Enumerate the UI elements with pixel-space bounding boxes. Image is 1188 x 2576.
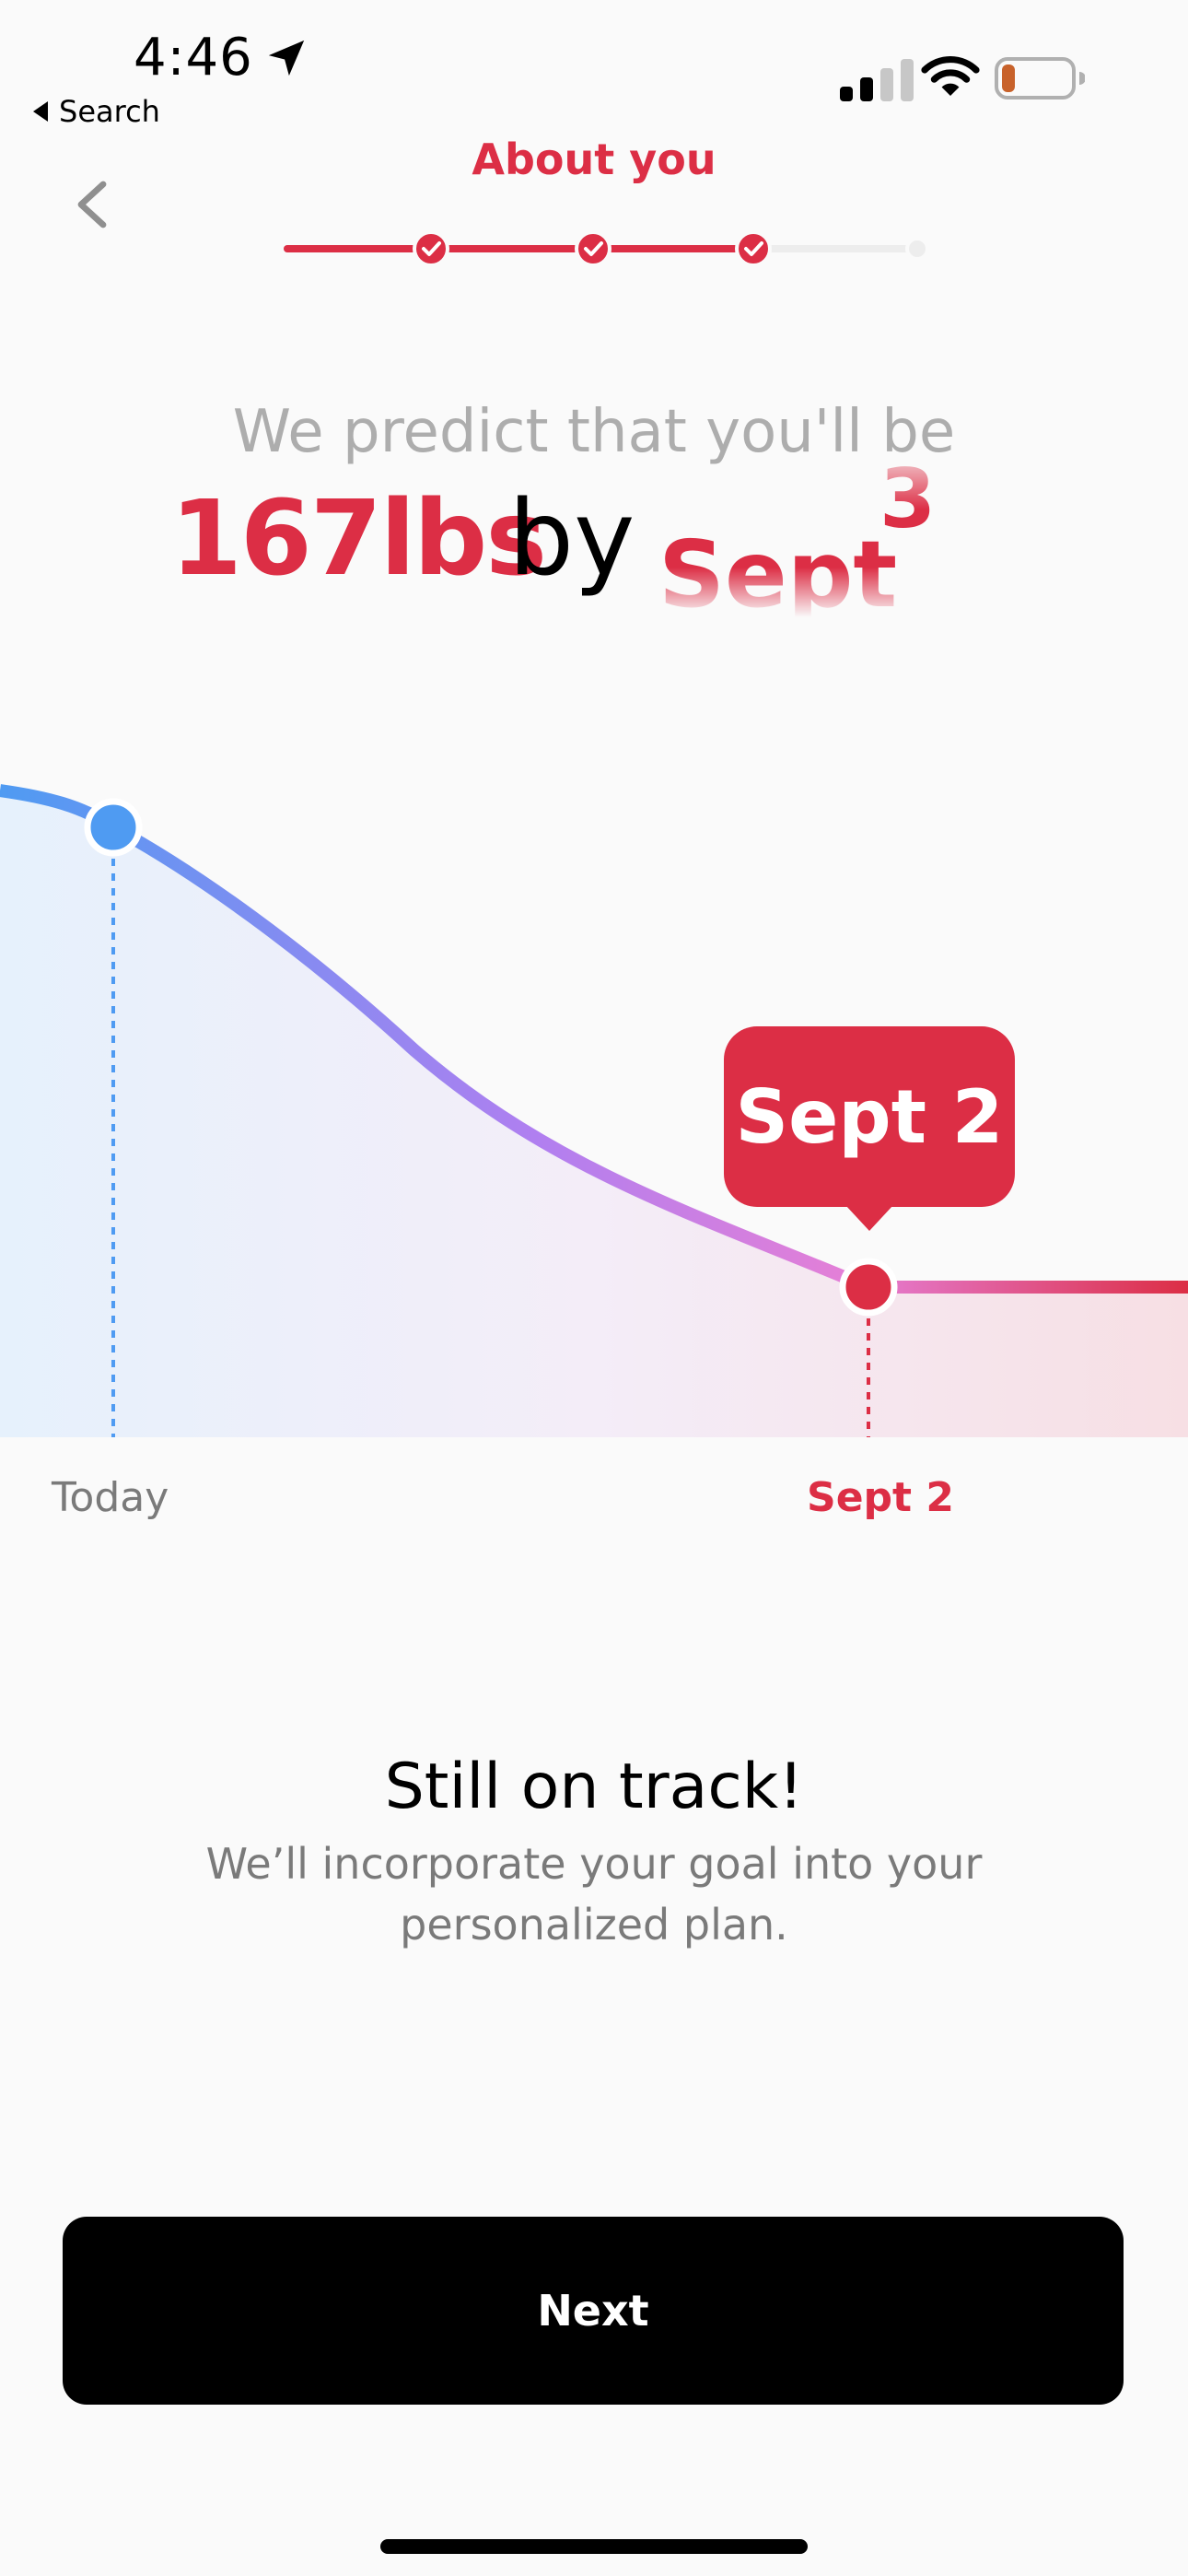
predicted-date-month: Sept [658, 521, 898, 617]
back-chevron-icon[interactable] [74, 181, 111, 228]
progress-step-check-icon [575, 230, 611, 267]
predicted-date-digit: 3 [879, 451, 937, 546]
chart-axis-label-goal: Sept 2 [807, 1474, 954, 1521]
next-button[interactable]: Next [63, 2217, 1124, 2405]
progress-step-check-icon [735, 230, 772, 267]
page-title: About you [472, 135, 716, 184]
goal-date-tooltip: Sept 2 [724, 1026, 1015, 1207]
status-message-body: We’ll incorporate your goal into your pe… [205, 1839, 983, 1950]
back-to-search-link[interactable]: Search [33, 94, 160, 129]
goal-date-tooltip-tail [845, 1205, 893, 1231]
prediction-by-word: by [508, 479, 635, 599]
cellular-signal-icon [840, 59, 914, 101]
battery-icon [995, 57, 1085, 100]
progress-step-pending [905, 237, 929, 261]
status-time: 4:46 [134, 28, 253, 88]
back-to-search-label: Search [59, 94, 160, 129]
location-arrow-icon [268, 40, 305, 76]
wifi-icon [921, 55, 980, 96]
prediction-label: We predict that you'll be [232, 398, 956, 466]
home-indicator [380, 2539, 808, 2554]
onboarding-progress [284, 230, 929, 267]
back-triangle-icon [33, 101, 48, 122]
chart-start-point [84, 798, 143, 857]
progress-step-check-icon [413, 230, 449, 267]
chart-goal-point [839, 1258, 898, 1317]
next-button-label: Next [537, 2286, 649, 2336]
chart-axis-label-start: Today [52, 1474, 169, 1521]
predicted-weight: 167lbs [170, 479, 547, 599]
status-message-title: Still on track! [384, 1751, 804, 1823]
predicted-date-roller: Sept 3 [654, 451, 949, 617]
